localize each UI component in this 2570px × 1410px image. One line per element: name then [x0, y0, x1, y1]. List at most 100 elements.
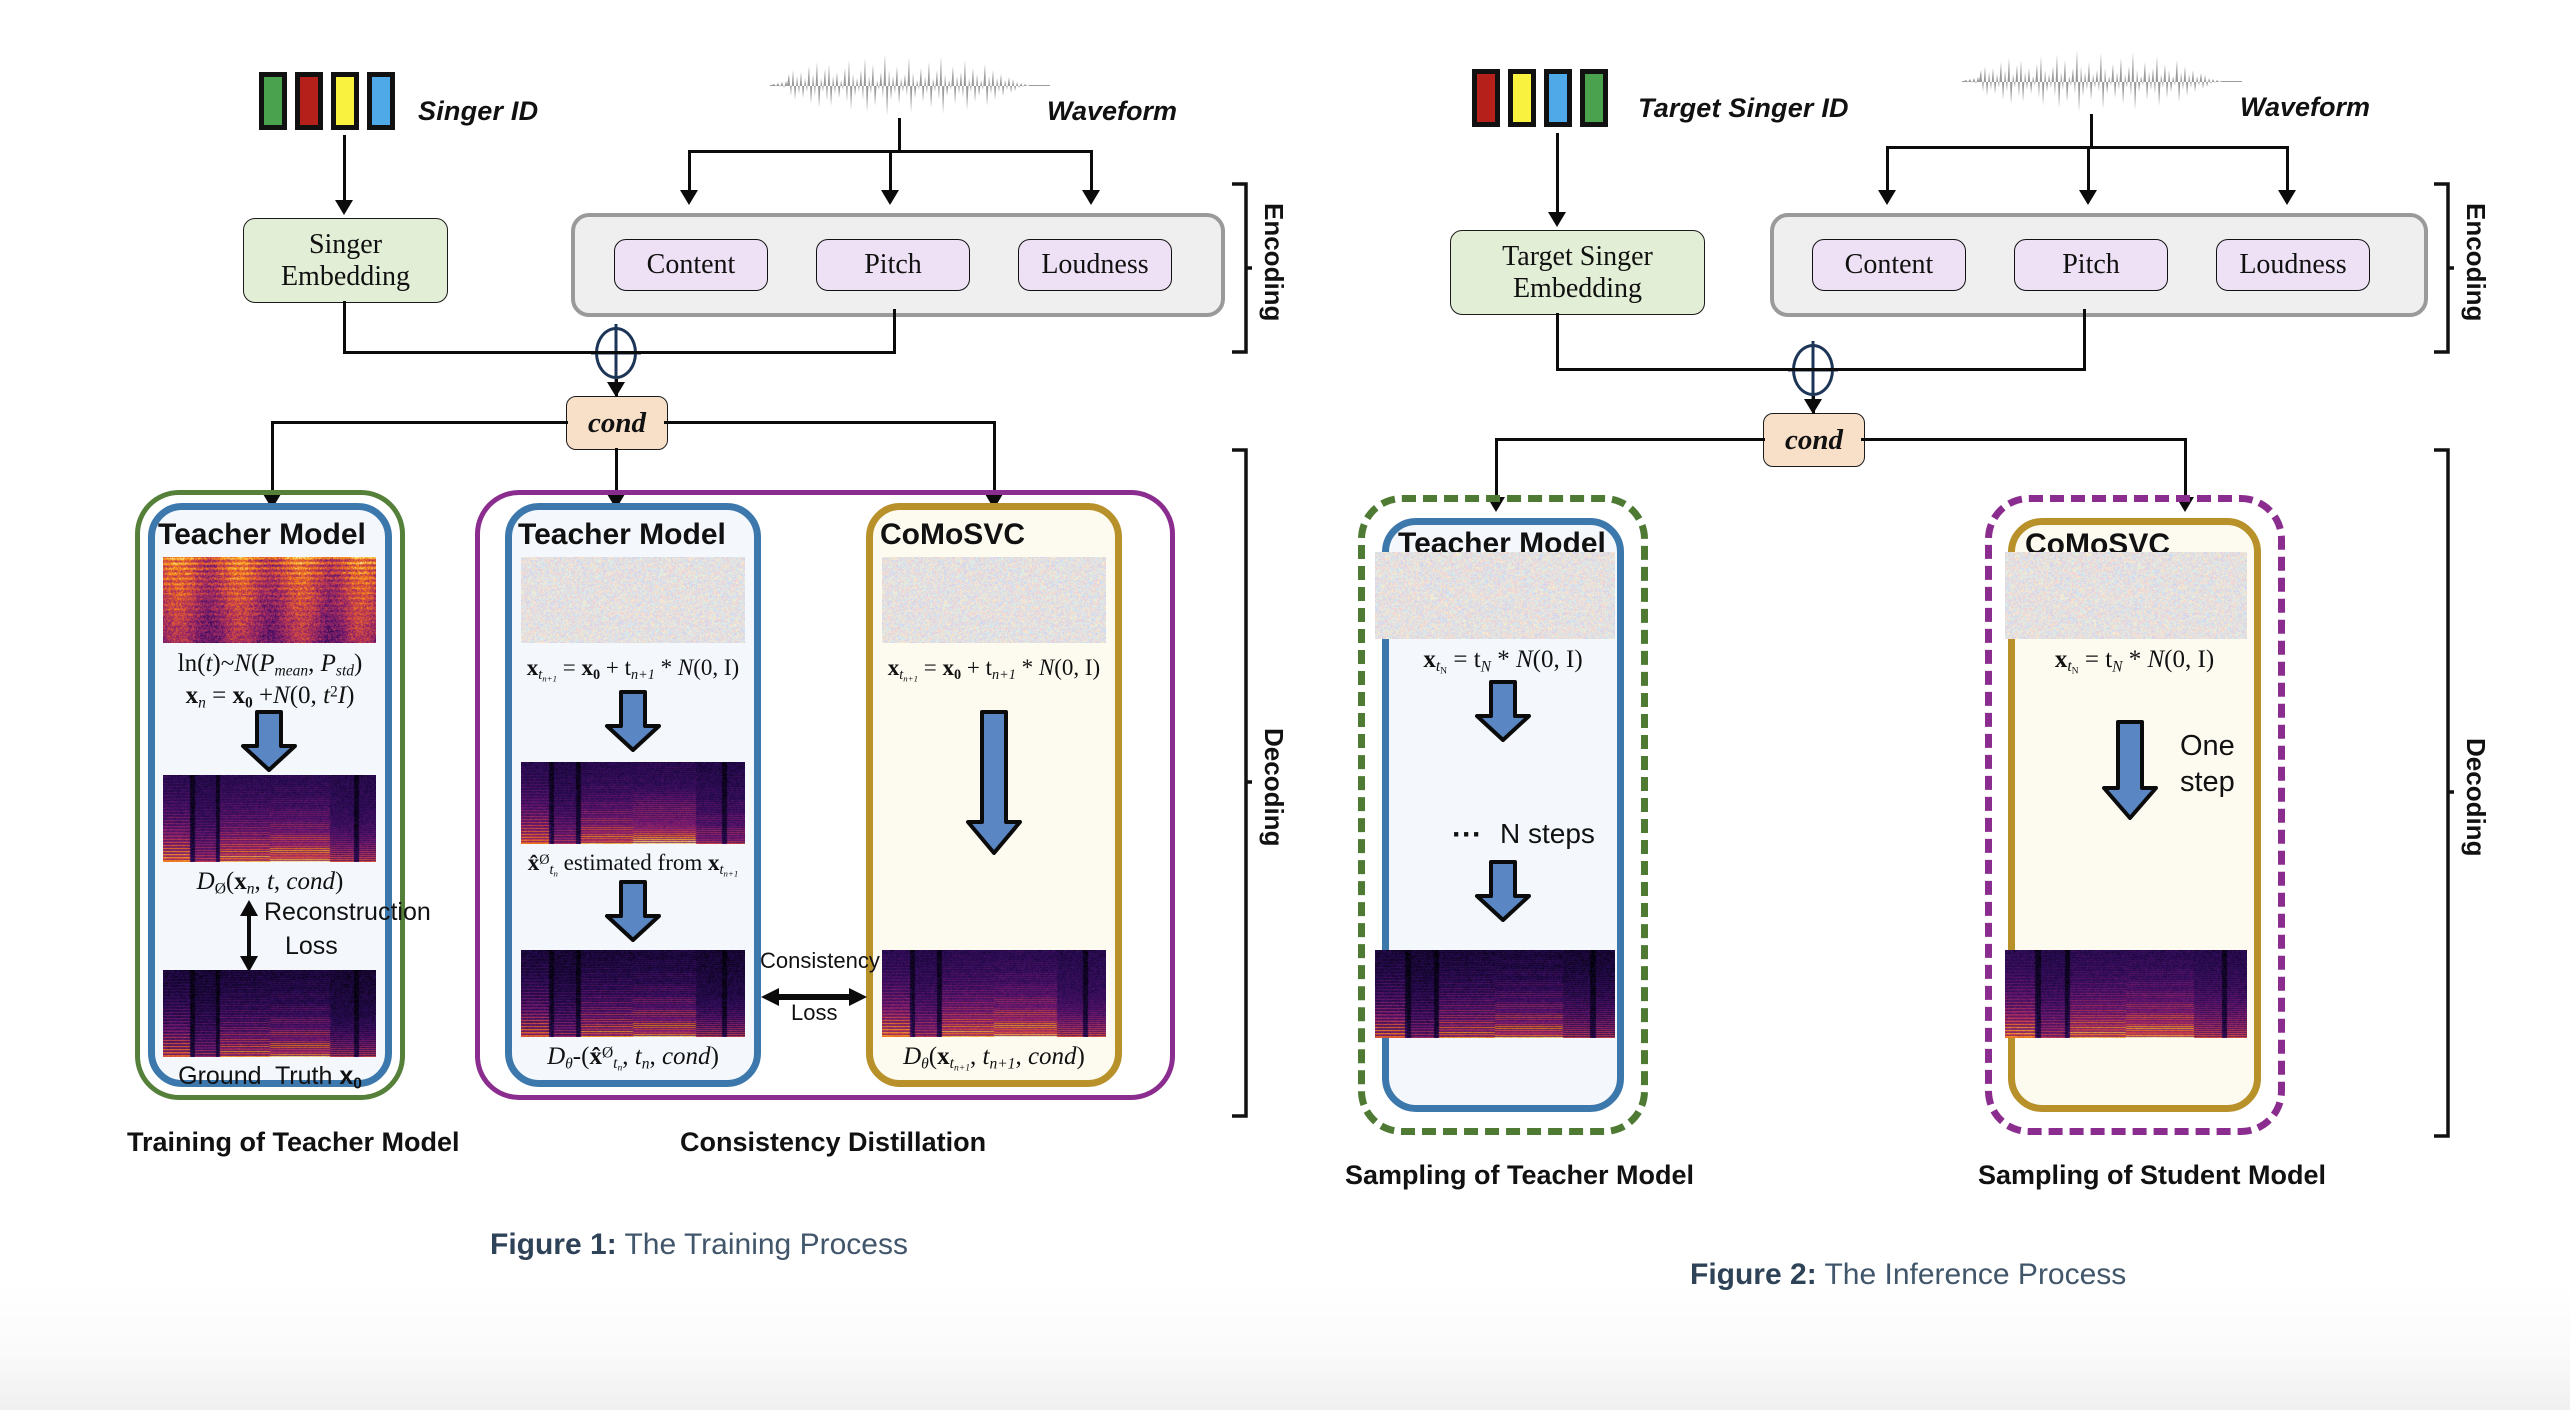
singer-id-chip-1: [1508, 69, 1536, 127]
comosvc-title-f1c: CoMoSVC: [880, 518, 1025, 551]
one-step-label-line1: One: [2180, 730, 2235, 762]
connector: [2286, 146, 2289, 192]
n-steps-dots: ···: [1452, 818, 1482, 851]
consistency-loss-label-line1: Consistency: [760, 948, 880, 973]
formula-D-f1b: Dθ-(x̂Øtn, tn, cond): [547, 1043, 719, 1075]
encoding-bracket-f2: [2430, 182, 2456, 354]
encoding-bracket-label-f1: Encoding: [1259, 203, 1289, 322]
figure1-caption-text: The Training Process: [616, 1228, 908, 1261]
down-arrow-f2a-2: [1473, 860, 1533, 922]
feature-pitch-f2[interactable]: Pitch: [2014, 239, 2168, 291]
formula-xt-f2b: xtN = tN * N(0, I): [2054, 646, 2215, 678]
reconstruction-loss-label-line2: Loss: [285, 932, 338, 960]
group-label-consistency-distillation: Consistency Distillation: [680, 1127, 987, 1157]
target-singer-id-label: Target Singer ID: [1638, 93, 1849, 123]
connector: [1556, 313, 1559, 370]
waveform-icon-f2: [1962, 48, 2242, 114]
connector: [664, 421, 996, 424]
group-label-sampling-teacher: Sampling of Teacher Model: [1345, 1160, 1695, 1190]
arrow-head: [1804, 399, 1822, 414]
feature-content-f1[interactable]: Content: [614, 239, 768, 291]
spectrogram-out-f2b: [2005, 950, 2247, 1038]
spectrogram-est-f1b: [521, 762, 745, 844]
waveform-label: Waveform: [1047, 96, 1178, 126]
singer-embedding-line1: Singer: [308, 229, 383, 261]
formula-xt-f1c: xtn+1 = x0 + tn+1 * N(0, I): [887, 655, 1101, 684]
arrow-head: [1548, 212, 1566, 227]
group-label-training-teacher: Training of Teacher Model: [127, 1127, 460, 1157]
connector: [1556, 368, 1815, 371]
singer-id-chip-0: [1472, 69, 1500, 127]
connector: [2090, 114, 2093, 148]
target-singer-id-chips: [1472, 69, 1608, 127]
decoding-bracket-label-f1: Decoding: [1259, 728, 1289, 847]
singer-id-chip-0: [259, 72, 287, 130]
formula-D-f1a: DØ(xn, t, cond): [196, 868, 344, 898]
arrow-head: [1082, 190, 1100, 205]
reconstruction-loss-label-line1: Reconstruction: [264, 898, 431, 926]
singer-id-chip-1: [295, 72, 323, 130]
decoding-bracket-label-f2: Decoding: [2461, 738, 2491, 857]
waveform-icon: [770, 52, 1050, 118]
figure2-caption-prefix: Figure 2:: [1690, 1258, 1817, 1291]
spectrogram-noise-f1b: [521, 557, 745, 643]
decoding-bracket-f2: [2430, 448, 2456, 1138]
connector: [615, 351, 896, 354]
waveform-label-f2: Waveform: [2240, 92, 2371, 122]
connector: [2083, 309, 2086, 368]
down-arrow-f1b-2: [603, 880, 663, 942]
group-label-sampling-student: Sampling of Student Model: [1978, 1160, 2326, 1190]
spectrogram-noisy-f1a: [163, 557, 376, 643]
figure2-caption: Figure 2: The Inference Process: [1690, 1258, 2126, 1292]
connector: [889, 150, 892, 192]
ground-truth-label-f1a: Ground Truth x0: [178, 1062, 362, 1093]
teacher-model-title-f1: Teacher Model: [158, 518, 366, 551]
spectrogram-noise-f2b: [2005, 552, 2247, 639]
singer-id-label: Singer ID: [418, 96, 539, 126]
figure2-caption-text: The Inference Process: [1816, 1258, 2127, 1291]
connector: [1495, 438, 1765, 441]
singer-id-chip-3: [1580, 69, 1608, 127]
reconstruction-loss-arrow: [238, 900, 260, 972]
formula-D-f1c: Dθ(xtn+1, tn+1, cond): [903, 1043, 1085, 1075]
arrow-head: [2079, 190, 2097, 205]
singer-id-chips: [259, 72, 395, 130]
connector: [688, 150, 691, 192]
connector: [893, 309, 896, 353]
figure1-caption: Figure 1: The Training Process: [490, 1228, 908, 1262]
figure-canvas: Singer ID Waveform Singer Embedding Cont…: [0, 0, 2570, 1410]
teacher-model-title-f1b: Teacher Model: [518, 518, 726, 551]
connector: [1886, 146, 1889, 192]
encoding-bracket-f1: [1228, 182, 1254, 354]
spectrogram-out-f1b: [521, 950, 745, 1037]
singer-id-chip-2: [331, 72, 359, 130]
connector: [898, 118, 901, 152]
down-arrow-f2a-1: [1473, 680, 1533, 742]
feature-pitch-f1[interactable]: Pitch: [816, 239, 970, 291]
singer-embedding-line2: Embedding: [280, 260, 411, 292]
cond-box-f2: cond: [1763, 413, 1865, 467]
formula-xt-f2a: xtN = tN * N(0, I): [1423, 646, 1583, 678]
spectrogram-recon-f1a: [163, 775, 376, 862]
connector: [343, 351, 618, 354]
consistency-loss-label-line2: Loss: [791, 1000, 838, 1025]
feature-content-f2[interactable]: Content: [1812, 239, 1966, 291]
target-singer-embedding-box: Target Singer Embedding: [1450, 230, 1705, 315]
figure1-caption-prefix: Figure 1:: [490, 1228, 617, 1261]
connector: [271, 421, 568, 424]
down-arrow-f1a-1: [239, 710, 299, 772]
formula-xn-f1a: xn = x0 +N(0, t2I): [185, 682, 355, 712]
arrow-head: [680, 190, 698, 205]
formula-ln-t-f1a: ln(t)~N(Pmean, Pstd): [177, 650, 363, 680]
feature-loudness-f1[interactable]: Loudness: [1018, 239, 1172, 291]
arrow-head: [2278, 190, 2296, 205]
feature-loudness-f2[interactable]: Loudness: [2216, 239, 2370, 291]
arrow-head: [881, 190, 899, 205]
arrow-head: [607, 382, 625, 397]
singer-id-chip-3: [367, 72, 395, 130]
arrow-head: [1878, 190, 1896, 205]
connector: [1861, 438, 2187, 441]
formula-xt-f1b: xtn+1 = x0 + tn+1 * N(0, I): [526, 655, 740, 684]
spectrogram-out-f2a: [1375, 950, 1615, 1038]
down-arrow-f2b: [2100, 720, 2160, 820]
